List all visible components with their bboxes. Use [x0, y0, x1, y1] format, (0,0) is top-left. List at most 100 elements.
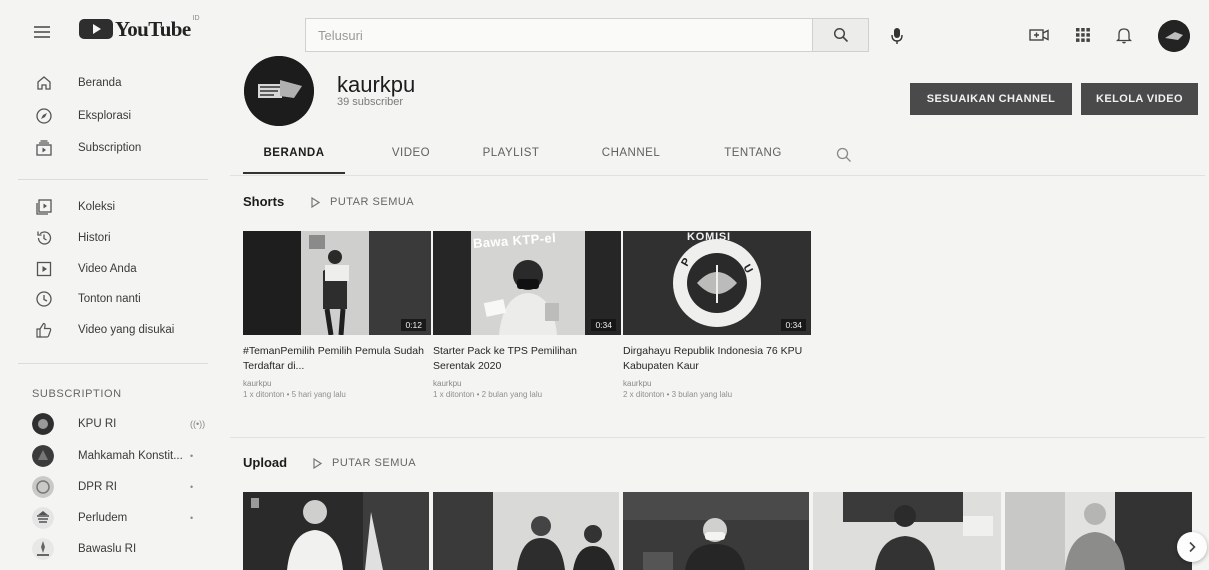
new-content-dot-icon: •	[190, 513, 194, 523]
create-video-button[interactable]	[1028, 24, 1050, 46]
tab-about[interactable]: TENTANG	[701, 138, 805, 174]
voice-search-button[interactable]	[883, 22, 911, 50]
short-video-card: Bawa KTP-el 0:34 Starter Pack ke TPS Pem…	[433, 231, 621, 399]
watch-later-clock-icon	[33, 288, 55, 310]
search-bar	[305, 18, 869, 52]
sidebar-item-label: KPU RI	[78, 418, 117, 430]
video-metadata: 1 x ditonton • 2 bulan yang lalu	[433, 390, 543, 399]
channel-avatar	[32, 538, 54, 560]
play-outline-icon	[313, 457, 322, 469]
video-title[interactable]: Dirgahayu Republik Indonesia 76 KPU Kabu…	[623, 344, 811, 374]
shorts-play-all-button[interactable]: PUTAR SEMUA	[311, 196, 414, 208]
shorts-section-title[interactable]: Shorts	[243, 194, 284, 209]
video-metadata: 2 x ditonton • 3 bulan yang lalu	[623, 390, 733, 399]
sidebar-item-your-videos[interactable]: Video Anda	[0, 254, 216, 284]
tab-videos[interactable]: VIDEO	[371, 138, 451, 174]
upload-video-thumbnail[interactable]	[433, 492, 619, 570]
sidebar-item-home[interactable]: Beranda	[0, 68, 216, 98]
sidebar-item-label: Video Anda	[78, 263, 137, 275]
video-channel-name[interactable]: kaurkpu	[243, 379, 431, 388]
sidebar-item-liked-videos[interactable]: Video yang disukai	[0, 315, 216, 345]
channel-name: kaurkpu	[337, 72, 416, 97]
subscription-item-bawaslu-ri[interactable]: Bawaslu RI	[0, 534, 216, 564]
top-bar: YouTube ID	[0, 0, 1209, 60]
youtube-logo[interactable]: YouTube ID	[79, 15, 200, 41]
uploads-play-all-button[interactable]: PUTAR SEMUA	[313, 457, 416, 469]
mic-icon	[891, 28, 903, 44]
search-icon	[833, 27, 848, 43]
tab-channels[interactable]: CHANNEL	[581, 138, 681, 174]
subscription-item-mahkamah-konstitusi[interactable]: Mahkamah Konstit... •	[0, 441, 216, 471]
account-avatar[interactable]	[1158, 20, 1190, 52]
apps-grid-icon	[1076, 28, 1090, 42]
subscriptions-heading: SUBSCRIPTION	[32, 388, 122, 400]
sidebar-item-label: Eksplorasi	[78, 110, 132, 122]
search-input[interactable]	[305, 18, 813, 52]
tab-playlists[interactable]: PLAYLIST	[461, 138, 561, 174]
apps-button[interactable]	[1072, 24, 1094, 46]
sidebar-item-label: Perludem	[78, 512, 128, 524]
sidebar-item-label: Bawaslu RI	[78, 543, 137, 555]
play-outline-icon	[311, 196, 320, 208]
search-button[interactable]	[813, 18, 869, 52]
sidebar-item-label: Histori	[78, 232, 111, 244]
video-thumbnail[interactable]: 0:12	[243, 231, 431, 335]
sidebar-item-label: Mahkamah Konstit...	[78, 450, 183, 462]
video-title[interactable]: #TemanPemilih Pemilih Pemula Sudah Terda…	[243, 344, 431, 374]
library-icon	[33, 196, 55, 218]
create-video-icon	[1029, 29, 1049, 41]
compass-icon	[33, 105, 55, 127]
home-icon	[33, 72, 55, 94]
video-duration: 0:34	[591, 319, 616, 331]
new-content-dot-icon: •	[190, 482, 194, 492]
manage-videos-button[interactable]: KELOLA VIDEO	[1081, 83, 1198, 115]
thumbs-up-icon	[33, 319, 55, 341]
section-divider	[230, 437, 1205, 438]
upload-video-thumbnail[interactable]	[243, 492, 429, 570]
upload-video-thumbnail[interactable]	[813, 492, 1001, 570]
sidebar-divider	[18, 363, 208, 364]
menu-icon[interactable]	[30, 20, 54, 44]
sidebar: Beranda Eksplorasi Subscription Koleksi …	[0, 64, 216, 570]
chevron-right-icon	[1189, 541, 1196, 553]
video-channel-name[interactable]: kaurkpu	[433, 379, 621, 388]
upload-video-thumbnail[interactable]	[623, 492, 809, 570]
channel-avatar	[32, 413, 54, 435]
sidebar-item-label: Koleksi	[78, 201, 116, 213]
sidebar-item-subscriptions[interactable]: Subscription	[0, 133, 216, 163]
thumbnail-overlay-text: KOMISI	[687, 231, 731, 243]
video-duration: 0:34	[781, 319, 806, 331]
carousel-next-button[interactable]	[1177, 532, 1207, 562]
customize-channel-button[interactable]: SESUAIKAN CHANNEL	[910, 83, 1072, 115]
sidebar-item-label: DPR RI	[78, 481, 117, 493]
channel-avatar	[32, 507, 54, 529]
channel-tabs: BERANDA VIDEO PLAYLIST CHANNEL TENTANG	[243, 138, 863, 174]
tab-home[interactable]: BERANDA	[243, 138, 345, 174]
video-duration: 0:12	[401, 319, 426, 331]
short-video-card: 0:12 #TemanPemilih Pemilih Pemula Sudah …	[243, 231, 431, 399]
youtube-play-icon	[79, 19, 113, 39]
play-all-label: PUTAR SEMUA	[330, 196, 415, 208]
sidebar-item-watch-later[interactable]: Tonton nanti	[0, 284, 216, 314]
upload-video-thumbnail[interactable]	[1005, 492, 1192, 570]
video-channel-name[interactable]: kaurkpu	[623, 379, 811, 388]
tabs-divider	[230, 175, 1205, 176]
video-title[interactable]: Starter Pack ke TPS Pemilihan Serentak 2…	[433, 344, 621, 374]
notifications-button[interactable]	[1113, 24, 1135, 46]
channel-search-icon[interactable]	[835, 146, 853, 164]
subscription-item-dpr-ri[interactable]: DPR RI •	[0, 472, 216, 502]
region-code: ID	[192, 15, 200, 22]
video-thumbnail[interactable]: Bawa KTP-el 0:34	[433, 231, 621, 335]
video-thumbnail[interactable]: P U KOMISI 0:34	[623, 231, 811, 335]
channel-avatar[interactable]	[244, 56, 314, 126]
uploads-section-title[interactable]: Upload	[243, 455, 287, 470]
sidebar-item-history[interactable]: Histori	[0, 223, 216, 253]
sidebar-item-library[interactable]: Koleksi	[0, 192, 216, 222]
play-all-label: PUTAR SEMUA	[332, 457, 417, 469]
channel-avatar	[32, 476, 54, 498]
sidebar-divider	[18, 179, 208, 180]
subscription-item-perludem[interactable]: Perludem •	[0, 503, 216, 533]
sidebar-item-explore[interactable]: Eksplorasi	[0, 101, 216, 131]
subscription-item-kpu-ri[interactable]: KPU RI ((•))	[0, 409, 216, 439]
sidebar-item-label: Subscription	[78, 142, 142, 154]
